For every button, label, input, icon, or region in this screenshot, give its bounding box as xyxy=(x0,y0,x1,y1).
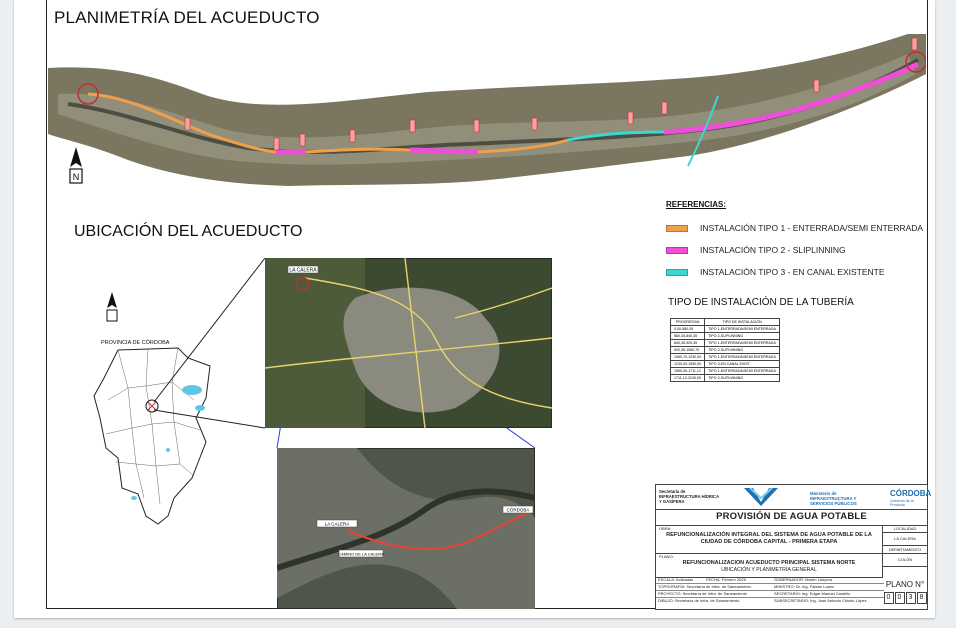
fecha-cell: FECHA: Febrero 2025 xyxy=(706,577,746,582)
signature-row: ESCALA: Indicadas FECHA: Febrero 2025 GO… xyxy=(656,577,884,584)
plano-label: PLANO: xyxy=(659,554,674,559)
plano-number: 0 0 3 8 xyxy=(883,592,927,604)
dibujo-cell: DIBUJO: Secretaría de Infra. de Saneamie… xyxy=(658,598,740,603)
ministerio-logo-text: Ministerio de INFRAESTRUCTURA Y SERVICIO… xyxy=(810,491,857,506)
obra-label: OBRA: xyxy=(659,526,672,531)
plano-title-2: UBICACIÓN Y PLANIMETRÍA GENERAL xyxy=(721,567,817,573)
drawing-sheet: PLANIMETRÍA DEL ACUEDUCTO N UBICACIÓN DE… xyxy=(14,0,935,618)
signature-row: DIBUJO: Secretaría de Infra. de Saneamie… xyxy=(656,598,884,604)
plano-digit: 8 xyxy=(916,592,927,604)
signature-row: TOPOGRAFÍA: Secretaría de Infra. de Sane… xyxy=(656,584,884,591)
satellite-detail-map: LA CALERA CAMINO DE LA CALERA CÓRDOBA xyxy=(277,448,535,609)
ministro-cell: MINISTRO: Dr. Ing. Fabián López xyxy=(774,584,835,589)
plano-digit: 3 xyxy=(905,592,916,604)
departamento-label: DEPARTAMENTO xyxy=(883,546,927,554)
localidad-label: LOCALIDAD xyxy=(883,525,927,533)
sat2-label-camino: CAMINO DE LA CALERA xyxy=(338,552,384,557)
chevron-logo-icon xyxy=(744,488,778,506)
sat1-label: LA CALERA xyxy=(289,268,317,274)
secretario-cell: SECRETARIO: Ing. Edgar Manuel Castello xyxy=(774,591,851,596)
gobernador-cell: GOBERNADOR: Martín Llaryora xyxy=(774,577,833,582)
escala-cell: ESCALA: Indicadas xyxy=(658,577,694,582)
plano-cell: PLANO: REFUNCIONALIZACION ACUEDUCTO PRIN… xyxy=(656,553,883,578)
subsecretario-cell: SUBSECRETARIO: Ing. José Antonio Chiodo … xyxy=(774,598,867,603)
sat2-label-cordoba: CÓRDOBA xyxy=(507,507,530,513)
sat2-label-calera: LA CALERA xyxy=(325,522,350,527)
plano-number-label: PLANO N° xyxy=(885,580,925,589)
title-block-main: PROVISIÓN DE AGUA POTABLE xyxy=(656,509,927,526)
satellite-overview-map: LA CALERA xyxy=(265,258,552,428)
obra-text: REFUNCIONALIZACIÓN INTEGRAL DEL SISTEMA … xyxy=(666,532,872,545)
plano-number-cell: PLANO N° 0 0 3 8 xyxy=(883,577,927,609)
obra-cell: OBRA: REFUNCIONALIZACIÓN INTEGRAL DEL SI… xyxy=(656,525,883,554)
title-block-header: Secretaría de INFRAESTRUCTURA HÍDRICA Y … xyxy=(656,485,931,510)
plano-digit: 0 xyxy=(894,592,905,604)
gobierno-logo-text: CÓRDOBA xyxy=(890,489,932,498)
departamento-value: COLÓN xyxy=(883,554,927,567)
proyecto-cell: PROYECTO: Secretaría de Infra. de Saneam… xyxy=(658,591,748,596)
secretaria-logo-text: Secretaría de INFRAESTRUCTURA HÍDRICA Y … xyxy=(659,489,719,504)
localidad-value: LA CALERA xyxy=(883,533,927,546)
gobierno-subtitle: Gobierno de la Provincia xyxy=(890,499,914,507)
topografia-cell: TOPOGRAFÍA: Secretaría de Infra. de Sane… xyxy=(658,584,751,589)
title-block: Secretaría de INFRAESTRUCTURA HÍDRICA Y … xyxy=(655,484,931,610)
plano-title-1: REFUNCIONALIZACION ACUEDUCTO PRINCIPAL S… xyxy=(682,560,856,566)
plano-digit: 0 xyxy=(883,592,894,604)
signature-row: PROYECTO: Secretaría de Infra. de Saneam… xyxy=(656,591,884,598)
